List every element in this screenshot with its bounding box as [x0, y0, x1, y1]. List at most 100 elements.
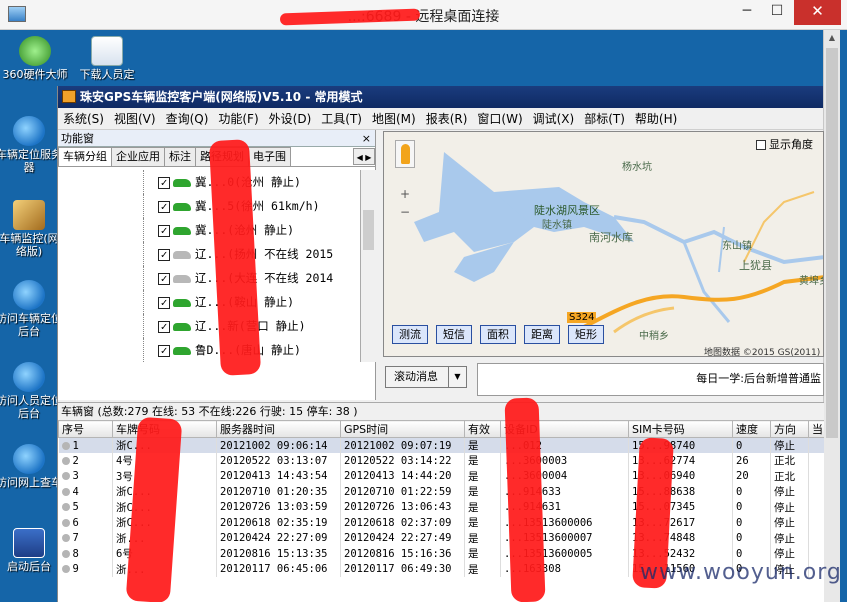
tree-item[interactable]: ✓冀...(沧州 静止) [58, 218, 360, 242]
distance-tool-button[interactable]: 距离 [524, 325, 560, 344]
table-cell: 8 [58, 546, 113, 562]
desktop-icon-vehicle-backend[interactable]: 访问车辆定位后台 [0, 280, 64, 338]
checkbox-checked-icon[interactable]: ✓ [158, 344, 170, 357]
checkbox-checked-icon[interactable]: ✓ [158, 176, 170, 189]
desktop-icon-vehicle-server[interactable]: 车辆定位服务器 [0, 116, 64, 174]
maximize-button[interactable]: ☐ [762, 0, 792, 25]
minimize-button[interactable]: ─ [732, 0, 762, 25]
status-dot-icon [61, 456, 70, 465]
scrollbar-thumb[interactable] [826, 48, 838, 438]
desktop-icon-staff-backend[interactable]: 访问人员定位后台 [0, 362, 64, 420]
desktop-icon-label: 下载人员定 [79, 68, 135, 81]
area-tool-button[interactable]: 面积 [480, 325, 516, 344]
desktop-icon-hardware-master[interactable]: 360硬件大师 [0, 36, 70, 81]
checkbox-checked-icon[interactable]: ✓ [158, 320, 170, 333]
show-angle-toggle[interactable]: 显示角度 [756, 136, 813, 152]
table-cell: 20120413 14:43:54 [216, 468, 341, 484]
rectangle-tool-button[interactable]: 矩形 [568, 325, 604, 344]
tree-item[interactable]: ✓冀...0(沧州 静止) [58, 170, 360, 194]
checkbox-checked-icon[interactable]: ✓ [158, 272, 170, 285]
scroll-up-icon[interactable]: ▲ [824, 30, 840, 45]
vehicle-server-icon [13, 116, 45, 146]
sms-tool-button[interactable]: 短信 [436, 325, 472, 344]
table-cell: 20121002 09:06:14 [216, 437, 341, 453]
checkbox-checked-icon[interactable]: ✓ [158, 248, 170, 261]
table-cell [808, 437, 824, 453]
tree-item[interactable]: ✓辽...新(营口 静止) [58, 314, 360, 338]
tree-item[interactable]: ✓ 辽...(大连 不在线 2014 [58, 266, 360, 290]
column-header[interactable]: 方向 [770, 420, 809, 438]
table-cell: 20120726 13:06:43 [340, 499, 465, 515]
map-label: 南河水库 [589, 231, 633, 244]
column-header[interactable]: 序号 [58, 420, 113, 438]
app-logo-icon [62, 90, 76, 103]
table-cell: 20120117 06:45:06 [216, 561, 341, 577]
menu-system[interactable]: 系统(S) [58, 108, 109, 130]
menu-standard[interactable]: 部标(T) [579, 108, 630, 130]
table-cell: 20120816 15:13:35 [216, 546, 341, 562]
table-cell: 20121002 09:07:19 [340, 437, 465, 453]
close-pane-icon[interactable]: × [362, 130, 371, 147]
hardware-master-icon [19, 36, 51, 66]
zoom-out-button[interactable]: − [398, 206, 412, 220]
flow-tool-button[interactable]: 测流 [392, 325, 428, 344]
column-header[interactable]: SIM卡号码 [628, 420, 733, 438]
tree-item[interactable]: ✓ 冀...5(徐州 61km/h) [58, 194, 360, 218]
checkbox-checked-icon[interactable]: ✓ [158, 296, 170, 309]
tree-scrollbar[interactable] [361, 170, 376, 362]
street-view-pegman-icon[interactable] [395, 140, 415, 168]
rdp-vertical-scrollbar[interactable]: ▲ [823, 30, 840, 602]
zoom-in-button[interactable]: + [398, 188, 412, 202]
table-cell: 20120522 03:14:22 [340, 453, 465, 469]
desktop-icon-online-car[interactable]: 访问网上查车 [0, 444, 64, 489]
scrollbar-thumb[interactable] [363, 210, 374, 250]
tab-enterprise[interactable]: 企业应用 [111, 147, 165, 166]
scroll-message-dropdown[interactable]: 滚动消息 ▼ [385, 366, 467, 388]
row-index: 2 [72, 454, 79, 467]
menu-query[interactable]: 查询(Q) [161, 108, 214, 130]
menu-report[interactable]: 报表(R) [421, 108, 473, 130]
row-index: 5 [72, 501, 79, 514]
menu-debug[interactable]: 调试(X) [528, 108, 580, 130]
vehicle-tree: ✓冀...0(沧州 静止) ✓冀...5(徐州 61km/h) ✓冀...(沧州… [58, 170, 361, 362]
tab-geofence[interactable]: 电子围 [248, 147, 291, 166]
menu-device[interactable]: 外设(D) [264, 108, 317, 130]
menu-view[interactable]: 视图(V) [109, 108, 161, 130]
status-dot-icon [61, 472, 70, 481]
desktop-icon-download[interactable]: 下载人员定 [72, 36, 142, 81]
tree-item[interactable]: ✓辽...(鞍山 静止) [58, 290, 360, 314]
close-button[interactable]: ✕ [794, 0, 841, 25]
menu-tools[interactable]: 工具(T) [316, 108, 367, 130]
checkbox-checked-icon[interactable]: ✓ [158, 200, 170, 213]
menu-help[interactable]: 帮助(H) [630, 108, 682, 130]
column-header[interactable]: 服务器时间 [216, 420, 341, 438]
status-dot-icon [61, 441, 70, 450]
tab-scroll-arrows[interactable]: ◀ ▶ [353, 148, 375, 165]
menu-map[interactable]: 地图(M) [367, 108, 421, 130]
tab-vehicle-group[interactable]: 车辆分组 [58, 147, 112, 166]
map-view[interactable]: + − 显示角度 陡水湖风景区 陡水镇 南河水库 杨水坑 上犹县 东山镇 黄埠乡… [383, 131, 824, 357]
checkbox-icon[interactable] [756, 140, 766, 150]
tree-item[interactable]: ✓ 辽...(扬州 不在线 2015 [58, 242, 360, 266]
tab-marker[interactable]: 标注 [164, 147, 196, 166]
menu-window[interactable]: 窗口(W) [472, 108, 527, 130]
column-header[interactable]: 当 [808, 420, 824, 438]
table-cell: 20120413 14:44:20 [340, 468, 465, 484]
desktop-icon-vehicle-monitor[interactable]: 车辆监控(网络版) [0, 200, 64, 258]
tree-item[interactable]: ✓鲁D...(唐山 静止) [58, 338, 360, 362]
table-cell: 20120618 02:35:19 [216, 515, 341, 531]
menu-function[interactable]: 功能(F) [213, 108, 263, 130]
checkbox-checked-icon[interactable]: ✓ [158, 224, 170, 237]
column-header[interactable]: 有效 [464, 420, 501, 438]
column-header[interactable]: 速度 [732, 420, 771, 438]
chevron-down-icon[interactable]: ▼ [448, 367, 466, 387]
scroll-message-bar: 滚动消息 ▼ 每日一学:后台新增普通监 [383, 363, 824, 398]
car-offline-icon [173, 250, 191, 259]
row-index: 1 [72, 439, 79, 452]
table-cell: 停止 [770, 499, 809, 515]
map-label: 陡水镇 [542, 220, 572, 231]
desktop-icon-start-backend[interactable]: 启动后台 [0, 528, 64, 573]
table-cell: 20120117 06:49:30 [340, 561, 465, 577]
table-cell: 停止 [770, 484, 809, 500]
column-header[interactable]: GPS时间 [340, 420, 465, 438]
